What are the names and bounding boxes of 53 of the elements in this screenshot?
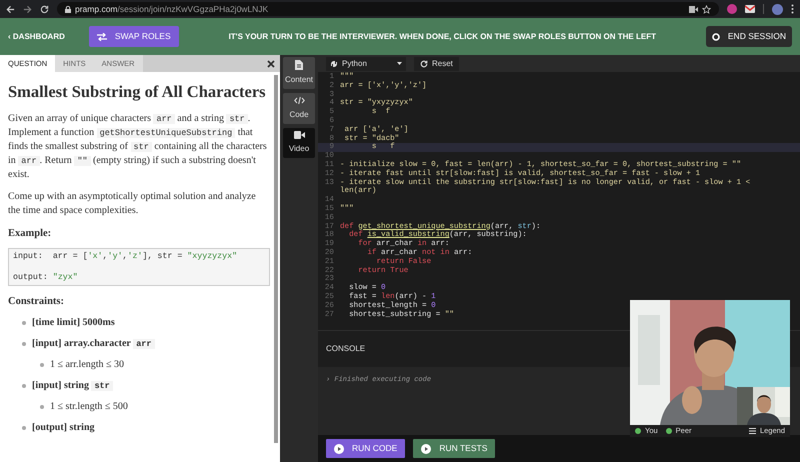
console-title: CONSOLE	[326, 343, 366, 355]
constraint-item: [time limit] 5000ms	[32, 316, 115, 330]
section-heading: Example:	[8, 226, 52, 241]
bullet-icon	[40, 404, 44, 409]
constraint-item: [output] string	[32, 421, 95, 436]
play-icon	[421, 444, 432, 454]
bullet-icon	[22, 342, 26, 346]
avatar-icon[interactable]	[772, 4, 783, 14]
reset-button[interactable]: Reset	[414, 56, 459, 70]
bullet-icon	[40, 362, 44, 367]
python-icon	[330, 60, 338, 68]
back-icon[interactable]	[6, 4, 15, 14]
question-paragraph: Come up with an asymptotically optimal solution and analyze the time and space complexities.	[8, 190, 257, 218]
run-button[interactable]: RUN CODE	[326, 439, 406, 458]
language-select[interactable]: Python	[326, 56, 406, 70]
scrollbar-thumb[interactable]	[274, 75, 278, 443]
bullet-icon	[22, 320, 26, 325]
close-icon	[267, 60, 275, 68]
mail-icon[interactable]	[745, 5, 755, 13]
constraint-item: [input] array.character arr	[32, 336, 154, 352]
caret-icon	[397, 62, 402, 65]
section-heading: Constraints:	[8, 294, 66, 308]
bullet-icon	[22, 384, 26, 388]
question-title: Smallest Substring of All Characters	[8, 81, 267, 103]
video-camera-icon	[294, 131, 304, 139]
side-tool-button[interactable]: Video	[283, 128, 315, 158]
menu-icon[interactable]	[791, 4, 794, 14]
swap-roles-button[interactable]: SWAP ROLES	[88, 26, 179, 47]
code-icon	[294, 96, 304, 105]
record-icon	[712, 32, 720, 40]
play-icon	[334, 444, 344, 454]
bullet-icon	[22, 426, 26, 430]
file-icon	[295, 60, 303, 70]
menu-icon	[748, 428, 756, 434]
swap-icon	[96, 32, 107, 40]
side-tool-button[interactable]: Content	[283, 57, 315, 89]
side-tool-button[interactable]: Code	[283, 93, 315, 124]
end-session-button[interactable]: END SESSION	[706, 26, 792, 47]
reload-icon[interactable]	[40, 4, 49, 14]
constraint-detail: 1 ≤ arr.length ≤ 30	[50, 358, 124, 372]
turn-message: IT'S YOUR TURN TO BE THE INTERVIEWER. WHEN DONE, CLICK ON THE SWAP ROLES BUTTON ON THE LEFT	[228, 30, 657, 42]
dashboard-link[interactable]: ‹ DASHBOARD	[8, 30, 65, 42]
refresh-icon	[420, 60, 428, 68]
camera-icon[interactable]	[689, 6, 698, 12]
extension-icon[interactable]	[727, 4, 737, 14]
constraint-item: [input] string str	[32, 378, 113, 394]
lock-icon	[65, 6, 71, 12]
run-button[interactable]: RUN TESTS	[413, 439, 496, 458]
star-icon[interactable]	[702, 4, 711, 14]
example-code: input: arr = ['x','y','z'], str = "xyyzyzyx" output: "zyx"	[8, 248, 270, 286]
forward-icon[interactable]	[23, 4, 32, 14]
constraint-detail: 1 ≤ str.length ≤ 500	[50, 400, 128, 414]
question-paragraph: Given an array of unique characters arr and a string str . Implement a function getShortestUniqueSubstring that finds the smallest substring of str containing all the characters in arr . Return "" (empty string) if such a substring doesn't exist.	[8, 112, 268, 182]
